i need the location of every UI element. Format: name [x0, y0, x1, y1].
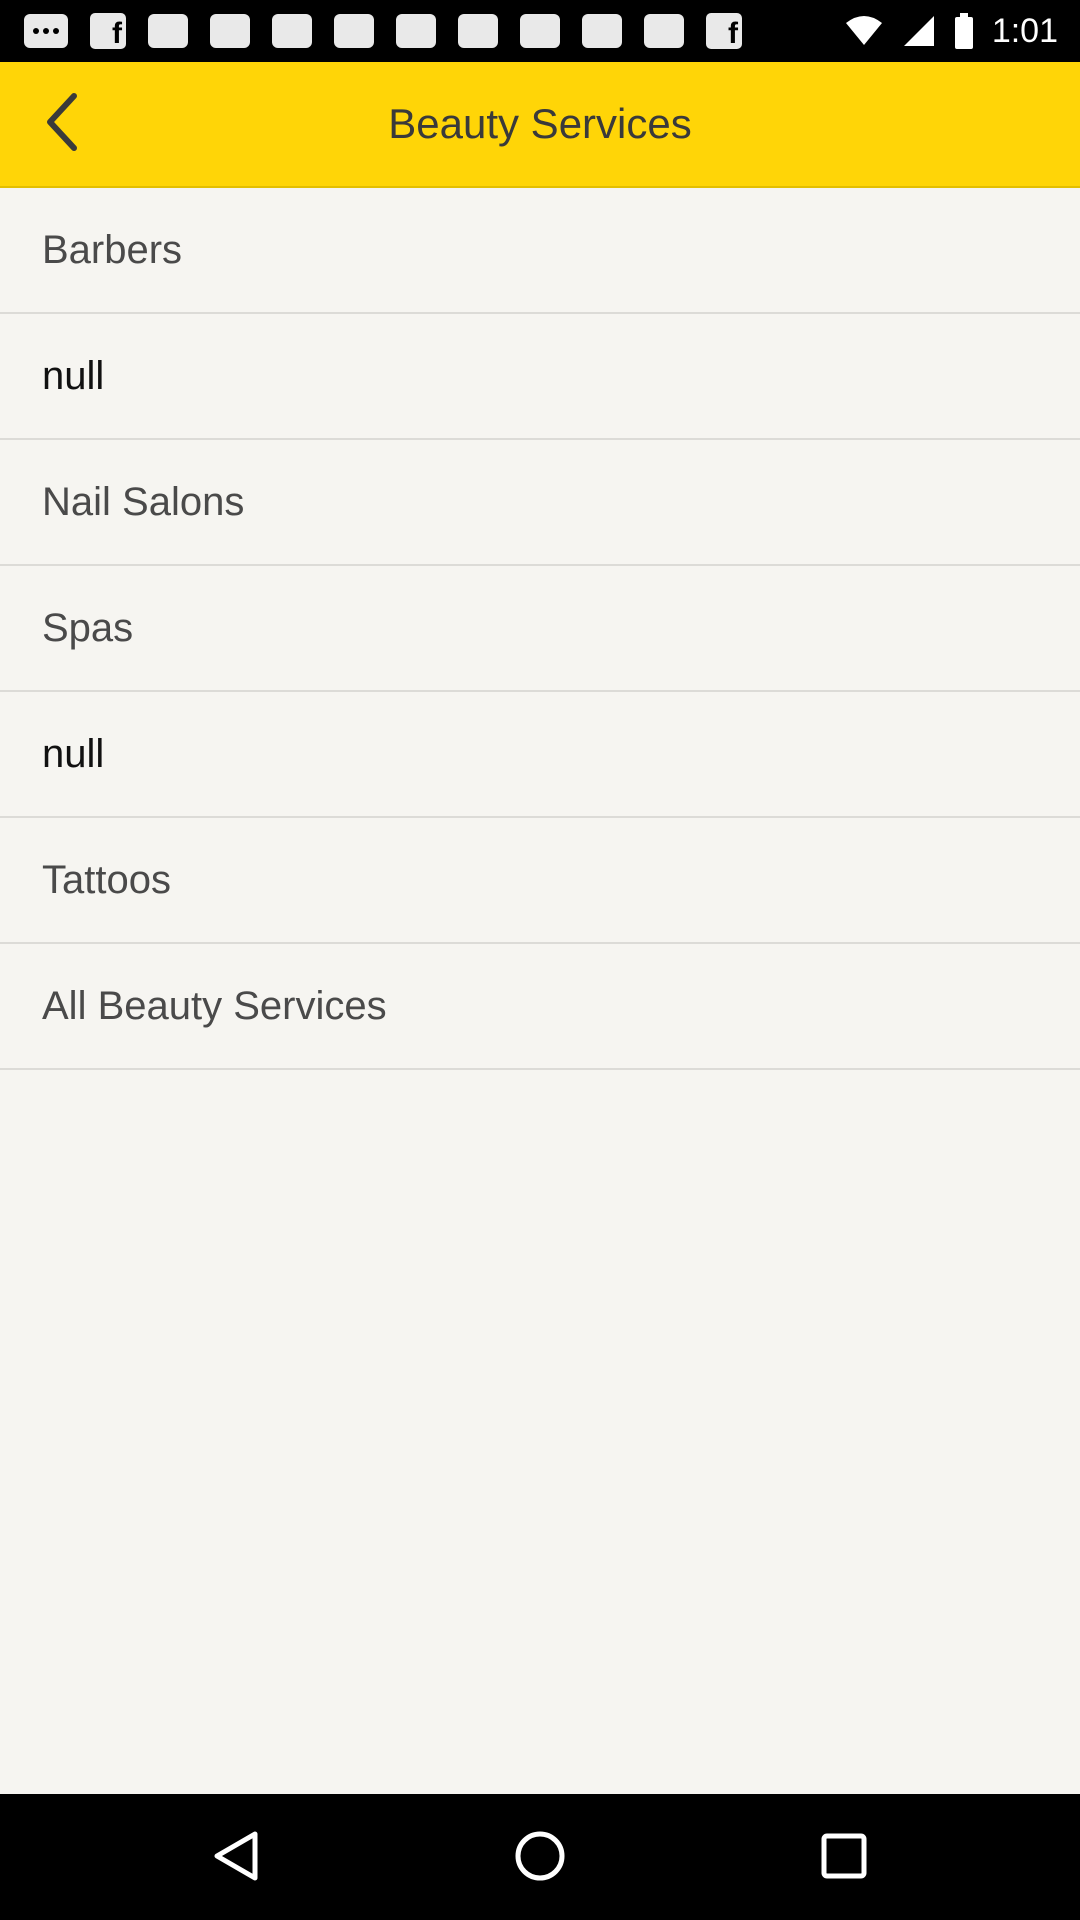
list-item-null[interactable]: null: [0, 314, 1080, 440]
message-icon: [458, 14, 498, 48]
app-bar: Beauty Services: [0, 62, 1080, 188]
list-item-nail-salons[interactable]: Nail Salons: [0, 440, 1080, 566]
facebook-icon: f: [706, 13, 742, 49]
notification-icons: f f: [24, 12, 742, 50]
wifi-icon: [844, 15, 884, 47]
list-item-tattoos[interactable]: Tattoos: [0, 818, 1080, 944]
list-item-null[interactable]: null: [0, 692, 1080, 818]
list-item-label: null: [42, 731, 105, 776]
nav-home-button[interactable]: [508, 1826, 572, 1890]
nav-back-button[interactable]: [204, 1826, 268, 1890]
list-item-all-beauty-services[interactable]: All Beauty Services: [0, 944, 1080, 1070]
message-icon: [210, 14, 250, 48]
list-item-spas[interactable]: Spas: [0, 566, 1080, 692]
category-list: Barbers null Nail Salons Spas null Tatto…: [0, 188, 1080, 1070]
status-bar: f f 1:01: [0, 0, 1080, 62]
list-item-label: Barbers: [42, 227, 183, 272]
back-button[interactable]: [24, 86, 100, 162]
list-item-barbers[interactable]: Barbers: [0, 188, 1080, 314]
recents-square-icon: [821, 1833, 867, 1884]
list-item-label: Nail Salons: [42, 479, 245, 524]
list-item-label: All Beauty Services: [42, 983, 387, 1028]
list-item-label: Spas: [42, 605, 134, 650]
list-item-label: null: [42, 353, 105, 398]
more-dots-icon: [24, 14, 68, 48]
message-icon: [334, 14, 374, 48]
facebook-icon: f: [90, 13, 126, 49]
message-icon: [520, 14, 560, 48]
signal-icon: [902, 14, 936, 48]
home-circle-icon: [514, 1830, 566, 1887]
system-icons: 1:01: [844, 10, 1058, 52]
message-icon: [396, 14, 436, 48]
status-time: 1:01: [991, 11, 1058, 50]
list-item-label: Tattoos: [42, 857, 171, 902]
message-icon: [148, 14, 188, 48]
message-icon: [644, 14, 684, 48]
nav-recents-button[interactable]: [812, 1826, 876, 1890]
message-icon: [582, 14, 622, 48]
back-triangle-icon: [213, 1830, 259, 1887]
navigation-bar: [0, 1794, 1080, 1920]
battery-icon: [954, 13, 974, 49]
chevron-left-icon: [42, 92, 82, 157]
message-icon: [272, 14, 312, 48]
page-title: Beauty Services: [388, 100, 692, 147]
